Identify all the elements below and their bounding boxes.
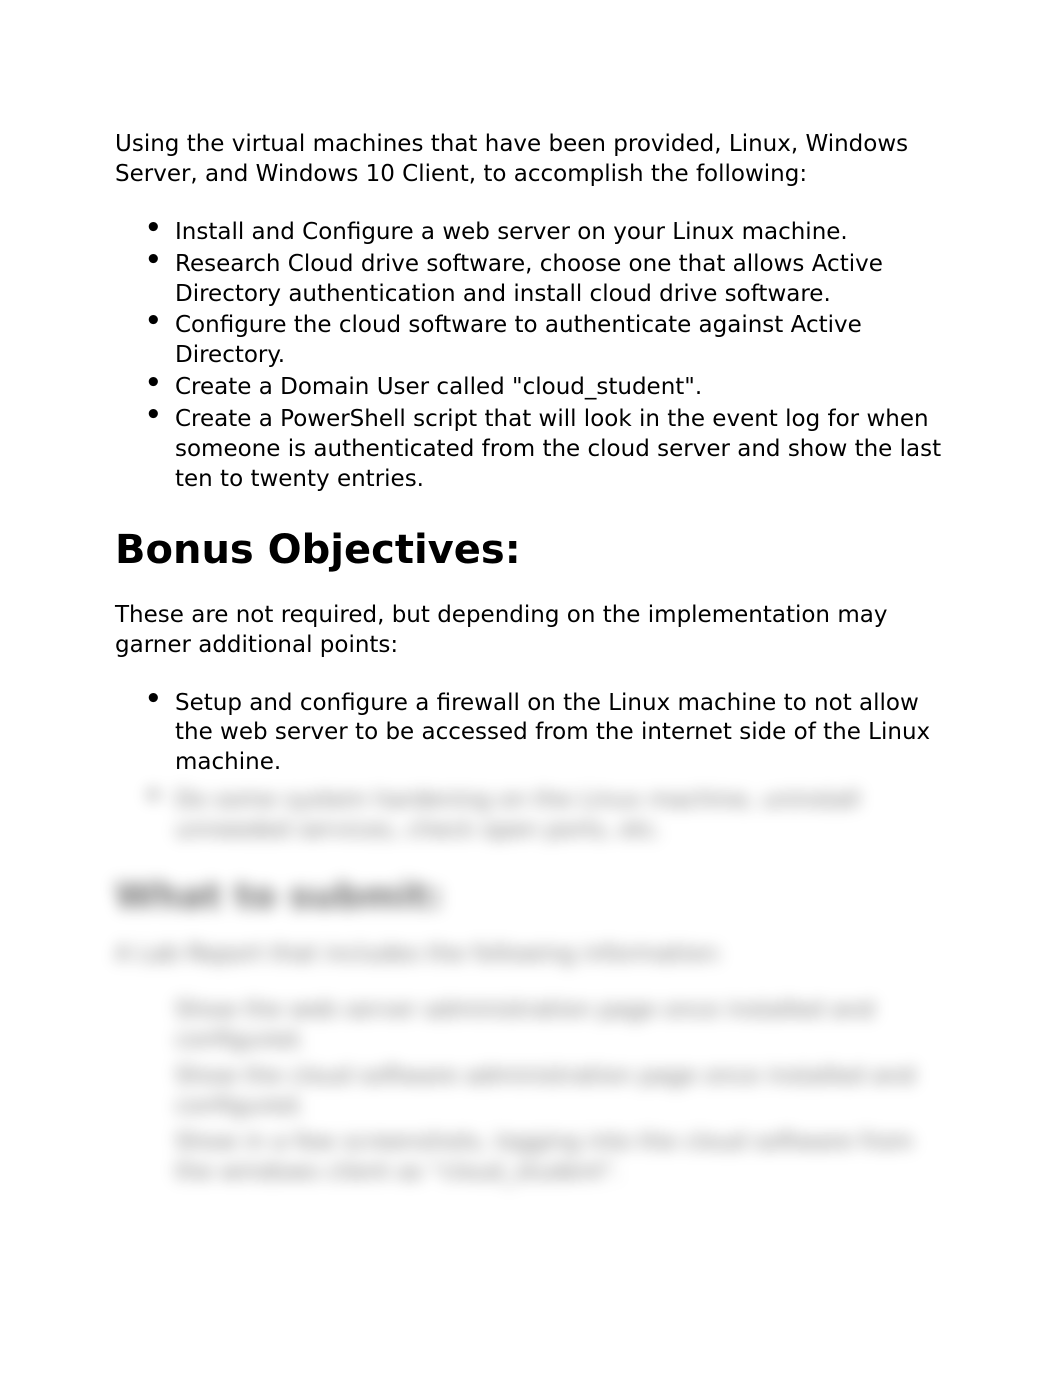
bonus-heading: Bonus Objectives:: [115, 527, 952, 573]
bonus-objectives-list: Setup and configure a firewall on the Li…: [115, 689, 952, 779]
blurred-submit-list: Show the web server administration page …: [115, 996, 952, 1187]
list-item: Install and Configure a web server on yo…: [145, 218, 952, 248]
list-item: Create a Domain User called "cloud_stude…: [145, 373, 952, 403]
bonus-intro-paragraph: These are not required, but depending on…: [115, 601, 952, 661]
blurred-paragraph: A Lab Report that includes the following…: [115, 939, 952, 970]
list-item: Configure the cloud software to authenti…: [145, 311, 952, 371]
blurred-list-item: Do some system hardening on the Linux ma…: [145, 786, 952, 846]
blurred-list-item: Show the cloud software administration p…: [145, 1062, 952, 1122]
intro-paragraph: Using the virtual machines that have bee…: [115, 130, 952, 190]
blurred-content: Do some system hardening on the Linux ma…: [115, 786, 952, 1187]
blurred-list-item: Show the web server administration page …: [145, 996, 952, 1056]
blurred-heading: What to submit:: [115, 876, 952, 917]
main-objectives-list: Install and Configure a web server on yo…: [115, 218, 952, 495]
list-item: Setup and configure a firewall on the Li…: [145, 689, 952, 779]
blurred-list-item: Show in a few screenshots, logging into …: [145, 1128, 952, 1188]
list-item: Research Cloud drive software, choose on…: [145, 250, 952, 310]
list-item: Create a PowerShell script that will loo…: [145, 405, 952, 495]
